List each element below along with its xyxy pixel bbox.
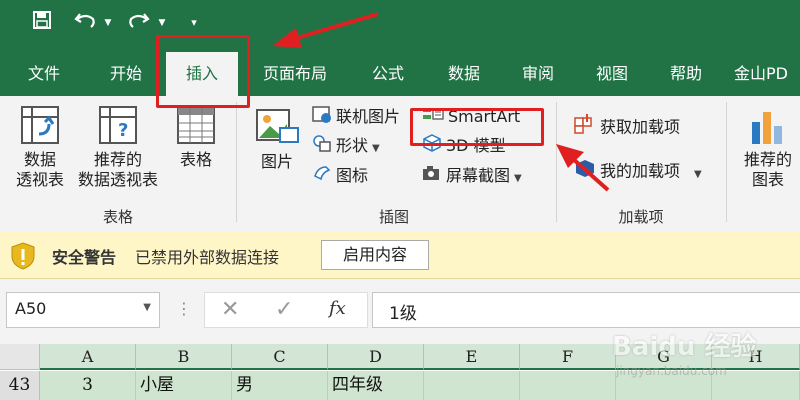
arrow-to-insert-tab-head bbox=[272, 28, 302, 48]
arrow-to-smartart bbox=[570, 156, 610, 192]
arrow-to-insert-tab bbox=[289, 12, 379, 42]
annotation-arrows bbox=[272, 12, 610, 192]
